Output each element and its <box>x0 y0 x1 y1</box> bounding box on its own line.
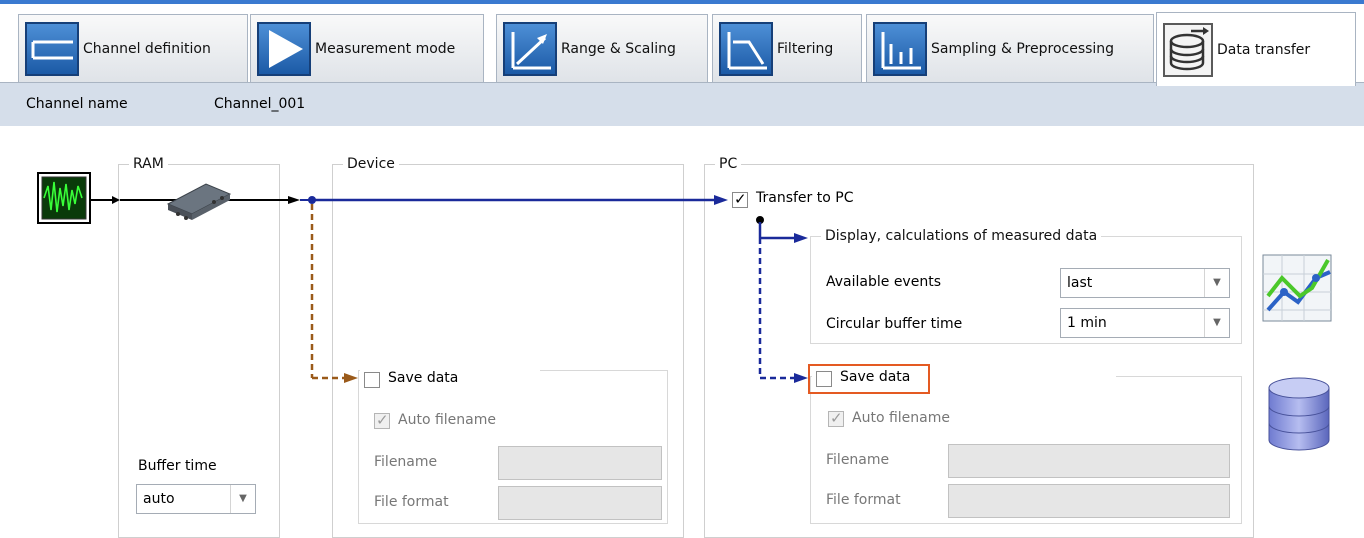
ram-chip-icon <box>166 183 232 220</box>
channel-definition-icon <box>25 21 79 76</box>
tab-data-transfer[interactable]: Data transfer <box>1156 12 1356 86</box>
tab-channel-definition[interactable]: Channel definition <box>18 14 248 82</box>
tab-label: Measurement mode <box>315 40 456 57</box>
pc-file-format-select[interactable] <box>948 484 1230 518</box>
tab-label: Channel definition <box>83 40 211 57</box>
buffer-time-value: auto <box>143 491 175 507</box>
channel-name-value: Channel_001 <box>214 96 306 112</box>
signal-source-icon <box>37 172 91 224</box>
device-file-format-select[interactable] <box>498 486 662 520</box>
device-auto-filename-label: Auto filename <box>398 412 496 428</box>
tab-label: Sampling & Preprocessing <box>931 40 1115 57</box>
chevron-down-icon[interactable]: ▼ <box>1204 309 1229 337</box>
chevron-down-icon[interactable]: ▼ <box>1204 269 1229 297</box>
sampling-icon <box>873 21 927 76</box>
buffer-time-label: Buffer time <box>138 458 217 474</box>
device-auto-filename-checkbox[interactable]: ✓ <box>374 411 390 429</box>
available-events-value: last <box>1067 275 1093 291</box>
tab-strip: Channel definition Measurement mode Rang… <box>0 4 1364 86</box>
pc-filename-label: Filename <box>826 452 890 468</box>
device-save-data-label: Save data <box>388 370 459 386</box>
device-filename-label: Filename <box>374 454 438 470</box>
tab-label: Data transfer <box>1217 41 1311 58</box>
circular-buffer-value: 1 min <box>1067 315 1107 331</box>
circular-buffer-label: Circular buffer time <box>826 316 963 332</box>
tab-range-scaling[interactable]: Range & Scaling <box>496 14 708 82</box>
pc-save-data-checkbox[interactable] <box>816 371 832 387</box>
available-events-select[interactable]: last ▼ <box>1060 268 1230 298</box>
channel-name-label: Channel name <box>26 96 128 112</box>
tab-sampling-preprocessing[interactable]: Sampling & Preprocessing <box>866 14 1154 82</box>
buffer-time-select[interactable]: auto ▼ <box>136 484 256 514</box>
filter-icon <box>719 21 773 76</box>
database-icon <box>1268 377 1330 451</box>
tab-measurement-mode[interactable]: Measurement mode <box>250 14 484 82</box>
pc-auto-filename-checkbox[interactable]: ✓ <box>828 409 844 427</box>
play-icon <box>257 21 311 76</box>
device-filename-input[interactable] <box>498 446 662 480</box>
tab-filtering[interactable]: Filtering <box>712 14 862 82</box>
pc-file-format-label: File format <box>826 492 901 508</box>
channel-name-bar: Channel name Channel_001 <box>0 82 1364 127</box>
scaling-icon <box>503 21 557 76</box>
data-transfer-panel: RAM Device PC Buffer time auto ▼ Save da… <box>0 126 1364 538</box>
pc-save-data-label: Save data <box>840 369 911 385</box>
transfer-to-pc-checkbox[interactable]: ✓ <box>732 190 748 208</box>
transfer-to-pc-label: Transfer to PC <box>756 190 854 206</box>
circular-buffer-select[interactable]: 1 min ▼ <box>1060 308 1230 338</box>
tab-label: Filtering <box>777 40 834 57</box>
chevron-down-icon[interactable]: ▼ <box>230 485 255 513</box>
device-save-data-checkbox[interactable] <box>364 372 380 388</box>
available-events-label: Available events <box>826 274 941 290</box>
pc-auto-filename-label: Auto filename <box>852 410 950 426</box>
database-icon <box>1163 22 1213 77</box>
pc-filename-input[interactable] <box>948 444 1230 478</box>
device-file-format-label: File format <box>374 494 449 510</box>
tab-label: Range & Scaling <box>561 40 676 57</box>
display-calculations-title: Display, calculations of measured data <box>825 228 1098 244</box>
chart-display-icon <box>1262 254 1332 322</box>
